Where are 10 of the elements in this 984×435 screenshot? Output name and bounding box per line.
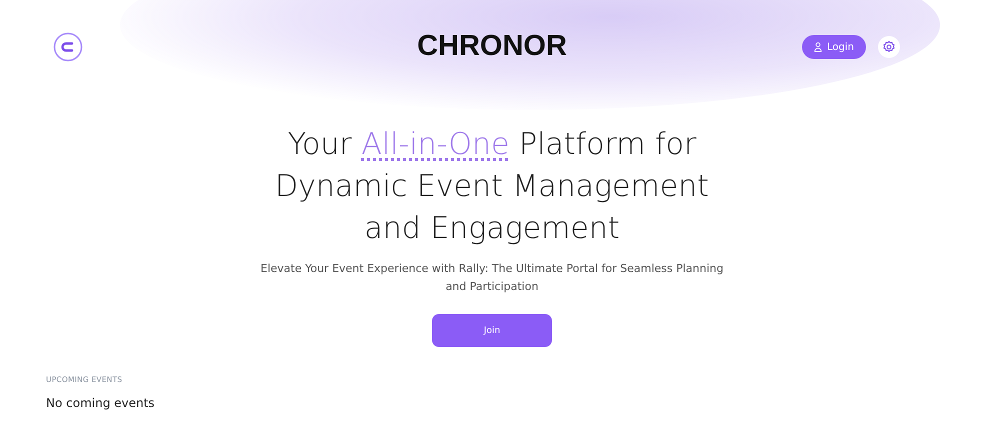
logo-icon[interactable] bbox=[53, 32, 83, 62]
settings-button[interactable] bbox=[878, 36, 900, 58]
site-title: CHRONOR bbox=[417, 30, 567, 63]
join-button[interactable]: Join bbox=[432, 314, 552, 347]
hero-subtitle: Elevate Your Event Experience with Rally: The Ultimate Portal for Seamless Planning and Participation bbox=[260, 261, 724, 295]
login-button[interactable]: Login bbox=[802, 35, 866, 59]
hero-headline: Your All-in-One Platform for Dynamic Event Management and Engagement bbox=[274, 126, 710, 248]
empty-message: No coming events bbox=[46, 396, 156, 410]
user-icon bbox=[814, 42, 822, 52]
settings-icon bbox=[882, 40, 896, 54]
